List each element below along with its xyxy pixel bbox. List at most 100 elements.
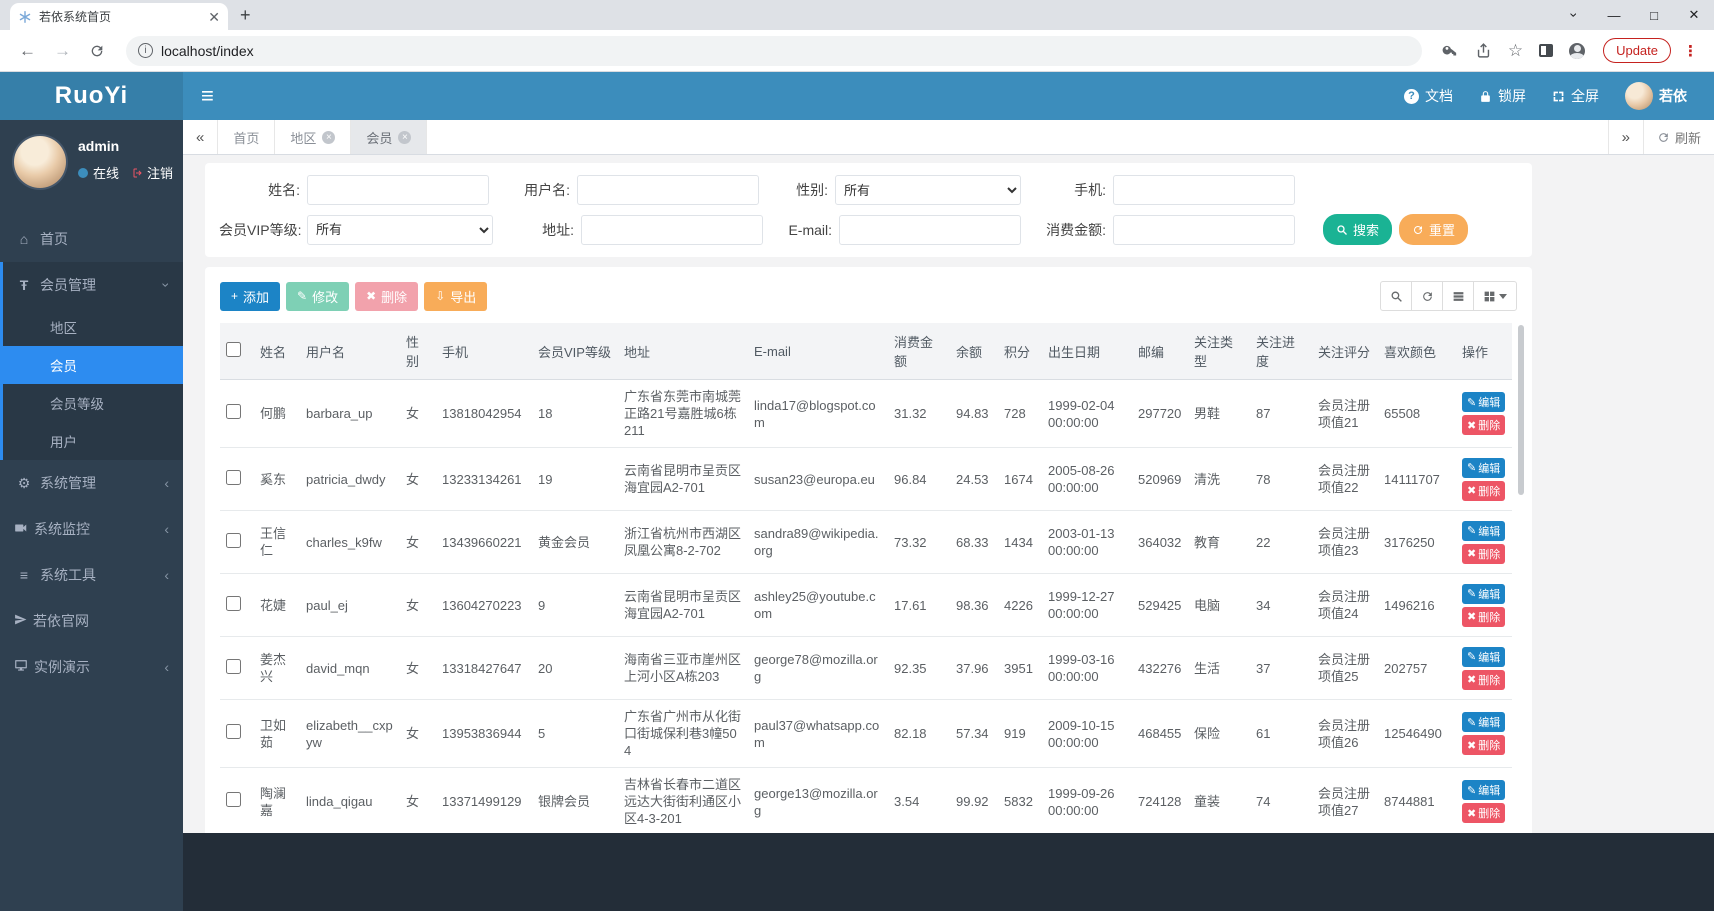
sidebar-item-member[interactable]: 会员 (3, 346, 183, 384)
profile-icon[interactable] (1561, 42, 1593, 59)
row-delete-button[interactable]: ✖ 删除 (1462, 480, 1506, 501)
sidebar-item-member-management[interactable]: Ŧ 会员管理 › (3, 262, 183, 308)
table-refresh-button[interactable] (1411, 281, 1443, 311)
row-checkbox[interactable] (226, 404, 241, 419)
field-name: 姓名: (219, 175, 489, 205)
sidebar-item-system-tools[interactable]: ≡ 系统工具 ‹ (0, 552, 183, 598)
bookmark-star-icon[interactable]: ☆ (1500, 41, 1531, 61)
page-tab-地区[interactable]: 地区 × (275, 120, 352, 154)
amount-input[interactable] (1113, 214, 1295, 245)
page-tab-会员[interactable]: 会员 × (351, 120, 428, 154)
cross-icon: ✖ (1467, 739, 1477, 752)
address-bar[interactable]: i localhost/index (126, 35, 1422, 66)
row-delete-button[interactable]: ✖ 删除 (1462, 543, 1506, 564)
close-button[interactable]: ✕ (1674, 7, 1714, 23)
tab-close-icon[interactable]: ✕ (208, 10, 220, 24)
row-delete-label: 删除 (1478, 420, 1501, 432)
row-edit-button[interactable]: ✎ 编辑 (1462, 712, 1506, 732)
row-edit-button[interactable]: ✎ 编辑 (1462, 520, 1506, 541)
row-edit-button[interactable]: ✎ 编辑 (1462, 392, 1506, 412)
edit-button[interactable]: ✎ 修改 (286, 281, 350, 311)
row-edit-button[interactable]: ✎ 编辑 (1462, 457, 1506, 478)
sidebar-item-label: 会员管理 (40, 277, 96, 293)
phone-input[interactable] (1113, 175, 1295, 205)
sidebar-item-home[interactable]: ⌂ 首页 (0, 216, 183, 262)
site-info-icon[interactable]: i (138, 43, 153, 58)
sidebar-toggle-icon[interactable]: ≡ (183, 83, 232, 109)
nav-lock-screen[interactable]: 锁屏 (1466, 86, 1539, 106)
address-input[interactable] (581, 214, 763, 245)
export-button[interactable]: ⇩ 导出 (424, 281, 488, 311)
email-input[interactable] (839, 214, 1021, 245)
cell: 奚东 (254, 447, 300, 511)
sidebar-item-system-monitor[interactable]: 系统监控 ‹ (0, 506, 183, 552)
table-search-button[interactable] (1380, 281, 1412, 311)
tab-close-icon[interactable]: × (398, 130, 412, 144)
tab-close-icon[interactable]: × (322, 130, 336, 144)
row-edit-button[interactable]: ✎ 编辑 (1462, 583, 1506, 604)
row-edit-button[interactable]: ✎ 编辑 (1462, 646, 1506, 667)
cell: 5832 (998, 767, 1042, 833)
reload-button[interactable] (80, 43, 114, 59)
nav-fullscreen[interactable]: 全屏 (1539, 86, 1612, 106)
nav-docs[interactable]: ? 文档 (1391, 86, 1466, 106)
tabs-scroll-right-icon[interactable]: » (1607, 120, 1643, 154)
back-button[interactable]: ← (10, 41, 45, 61)
sidebar-item-ruoyi-website[interactable]: 若依官网 (0, 598, 183, 644)
cell: 清洗 (1188, 447, 1250, 511)
table-view-button[interactable] (1442, 281, 1474, 311)
sidebar-home-icon: ⌂ (19, 231, 29, 247)
row-checkbox[interactable] (226, 658, 241, 674)
tab-refresh-button[interactable]: 刷新 (1642, 120, 1714, 154)
gender-select[interactable]: 所有 (835, 175, 1021, 205)
update-button[interactable]: Update (1603, 38, 1671, 63)
row-checkbox[interactable] (226, 792, 241, 807)
sidebar-item-label: 若依官网 (33, 613, 89, 629)
sidebar-item-member-level[interactable]: 会员等级 (3, 384, 183, 422)
sidebar-item-user[interactable]: 用户 (3, 422, 183, 460)
browser-tab[interactable]: 若依系统首页 ✕ (10, 3, 228, 30)
user-avatar[interactable] (12, 134, 68, 190)
name-input[interactable] (307, 175, 489, 205)
select-all-checkbox[interactable] (226, 342, 241, 357)
cell: 82.18 (888, 699, 950, 768)
new-tab-button[interactable]: + (228, 5, 263, 30)
column-header-0: 姓名 (254, 323, 300, 380)
vip-level-select[interactable]: 所有 (307, 214, 493, 245)
username-input[interactable] (577, 175, 759, 205)
tab-search-icon[interactable]: › (1554, 7, 1594, 23)
browser-menu-icon[interactable]: ⋮ (1677, 42, 1704, 60)
row-delete-button[interactable]: ✖ 删除 (1462, 735, 1506, 755)
column-header-14: 关注评分 (1312, 323, 1378, 380)
tabs-scroll-left-icon[interactable]: « (183, 120, 219, 154)
row-edit-button[interactable]: ✎ 编辑 (1462, 780, 1506, 800)
minimize-button[interactable]: — (1594, 8, 1634, 23)
nav-user[interactable]: 若依 (1612, 82, 1700, 110)
table-columns-button[interactable] (1473, 281, 1517, 311)
row-checkbox[interactable] (226, 724, 241, 739)
app-logo[interactable]: RuoYi (0, 72, 183, 120)
cell: 1434 (998, 510, 1042, 574)
password-key-icon[interactable] (1434, 42, 1467, 59)
sidebar-item-region[interactable]: 地区 (3, 308, 183, 346)
share-icon[interactable] (1467, 42, 1500, 59)
row-delete-button[interactable]: ✖ 删除 (1462, 803, 1506, 823)
row-delete-button[interactable]: ✖ 删除 (1462, 669, 1506, 690)
row-checkbox[interactable] (226, 595, 241, 611)
reset-button[interactable]: 重置 (1399, 214, 1469, 245)
row-delete-button[interactable]: ✖ 删除 (1462, 606, 1506, 627)
sidebar-item-demo[interactable]: 实例演示 ‹ (0, 644, 183, 690)
search-button[interactable]: 搜索 (1323, 214, 1393, 245)
side-panel-icon[interactable] (1531, 44, 1561, 57)
page-tab-首页[interactable]: 首页 (218, 120, 276, 154)
row-checkbox[interactable] (226, 469, 241, 485)
row-checkbox[interactable] (226, 532, 241, 548)
forward-button[interactable]: → (45, 41, 80, 61)
cell: 728 (998, 379, 1042, 448)
sidebar-item-system-management[interactable]: ⚙ 系统管理 ‹ (0, 460, 183, 506)
delete-button[interactable]: ✖ 删除 (355, 281, 419, 311)
add-button[interactable]: + 添加 (220, 281, 281, 311)
logout-link[interactable]: 注销 (132, 163, 173, 182)
row-delete-button[interactable]: ✖ 删除 (1462, 415, 1506, 435)
maximize-button[interactable]: □ (1634, 8, 1674, 23)
